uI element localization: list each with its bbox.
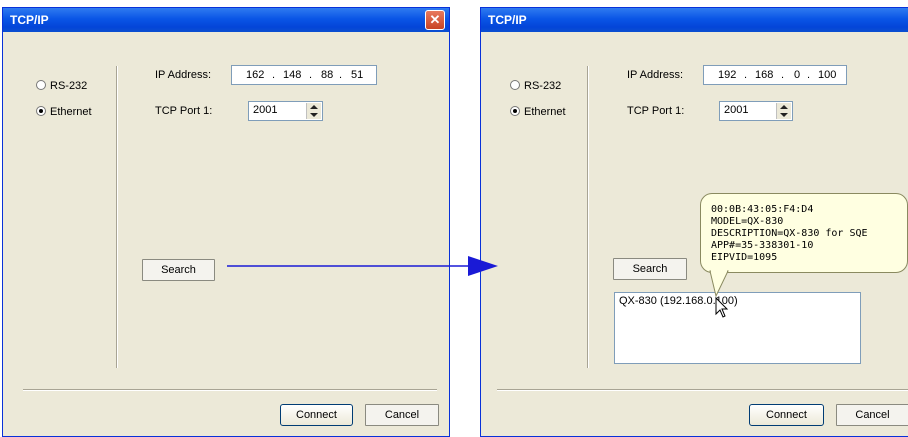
annotation-overlay [227,256,729,318]
tooltip-tail-icon [709,270,729,298]
arrow-right-icon [227,256,498,276]
mouse-pointer-icon [715,296,729,318]
